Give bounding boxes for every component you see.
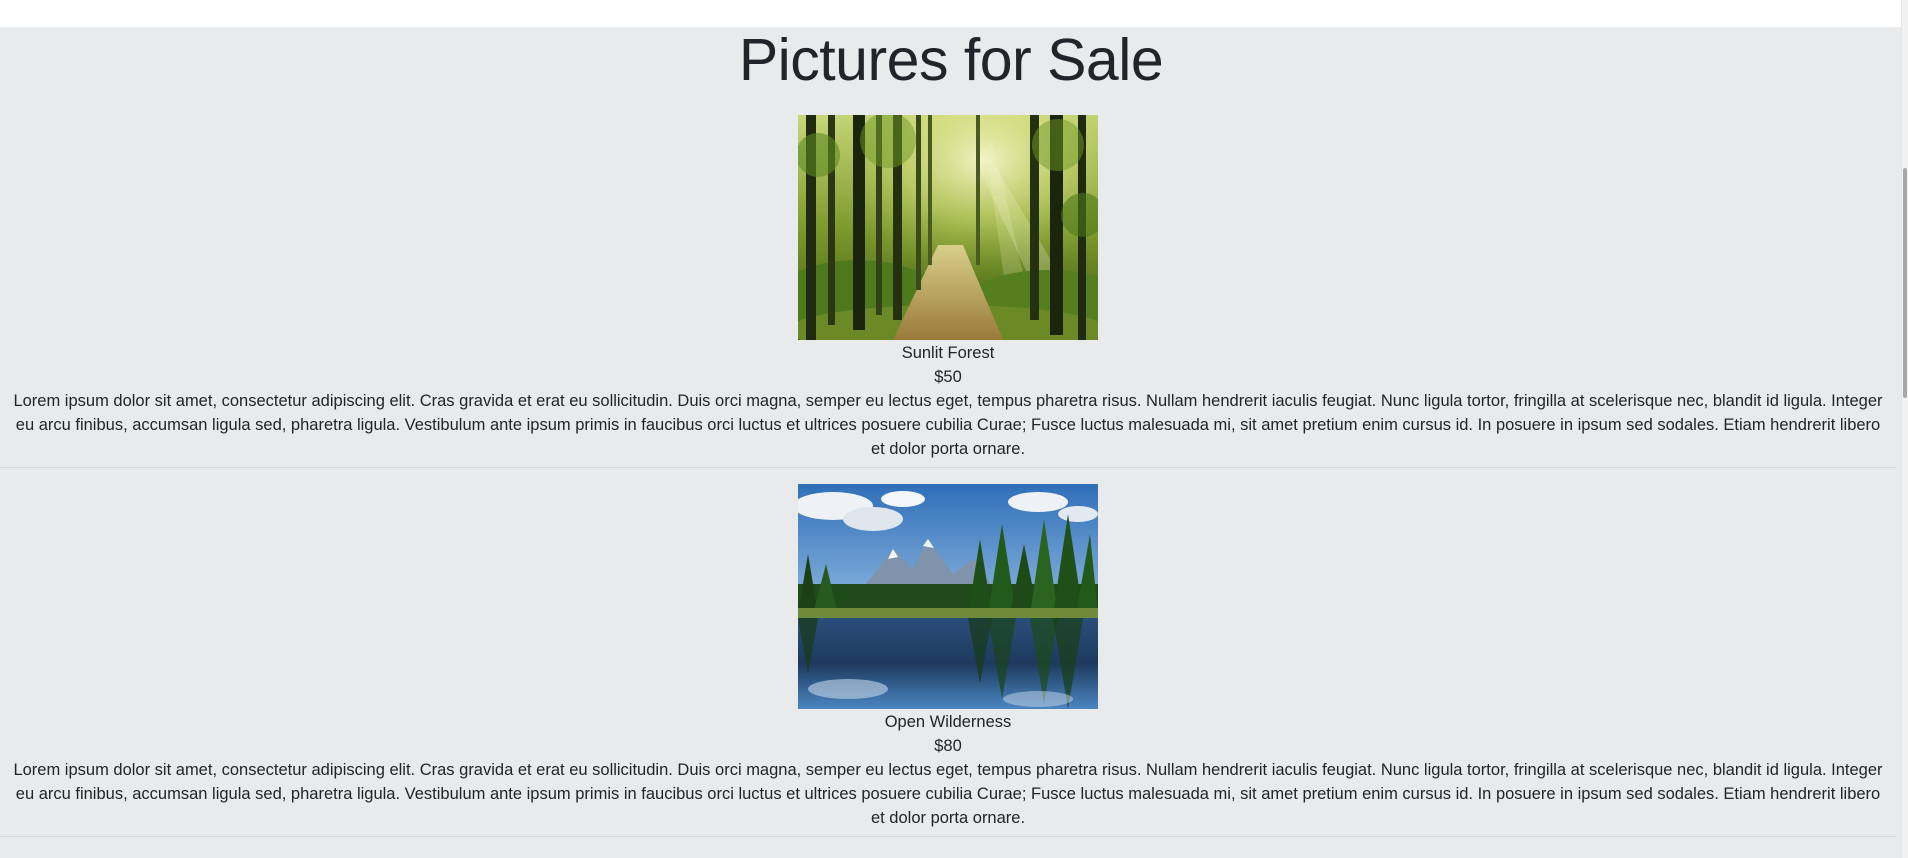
product-price: $80	[934, 737, 962, 755]
sunlit-forest-image	[798, 115, 1098, 340]
top-bar	[0, 0, 1902, 27]
product-card: Sunlit Forest $50 Lorem ipsum dolor sit …	[0, 111, 1896, 468]
product-name: Sunlit Forest	[901, 344, 995, 362]
vertical-scrollbar[interactable]	[1901, 0, 1908, 858]
product-description: Lorem ipsum dolor sit amet, consectetur …	[13, 392, 1883, 458]
browser-viewport: Pictures for Sale Sunlit Forest $50 Lore…	[0, 0, 1908, 858]
product-price: $50	[934, 368, 962, 386]
product-name: Open Wilderness	[884, 713, 1012, 731]
product-card: Open Wilderness $80 Lorem ipsum dolor si…	[0, 468, 1896, 837]
scrollbar-thumb[interactable]	[1903, 168, 1907, 398]
main-content: Pictures for Sale Sunlit Forest $50 Lore…	[0, 27, 1902, 858]
product-image-sunlit-forest[interactable]	[798, 115, 1098, 340]
product-description: Lorem ipsum dolor sit amet, consectetur …	[13, 761, 1883, 827]
page-title: Pictures for Sale	[738, 27, 1164, 93]
open-wilderness-image	[798, 484, 1098, 709]
product-image-open-wilderness[interactable]	[798, 484, 1098, 709]
